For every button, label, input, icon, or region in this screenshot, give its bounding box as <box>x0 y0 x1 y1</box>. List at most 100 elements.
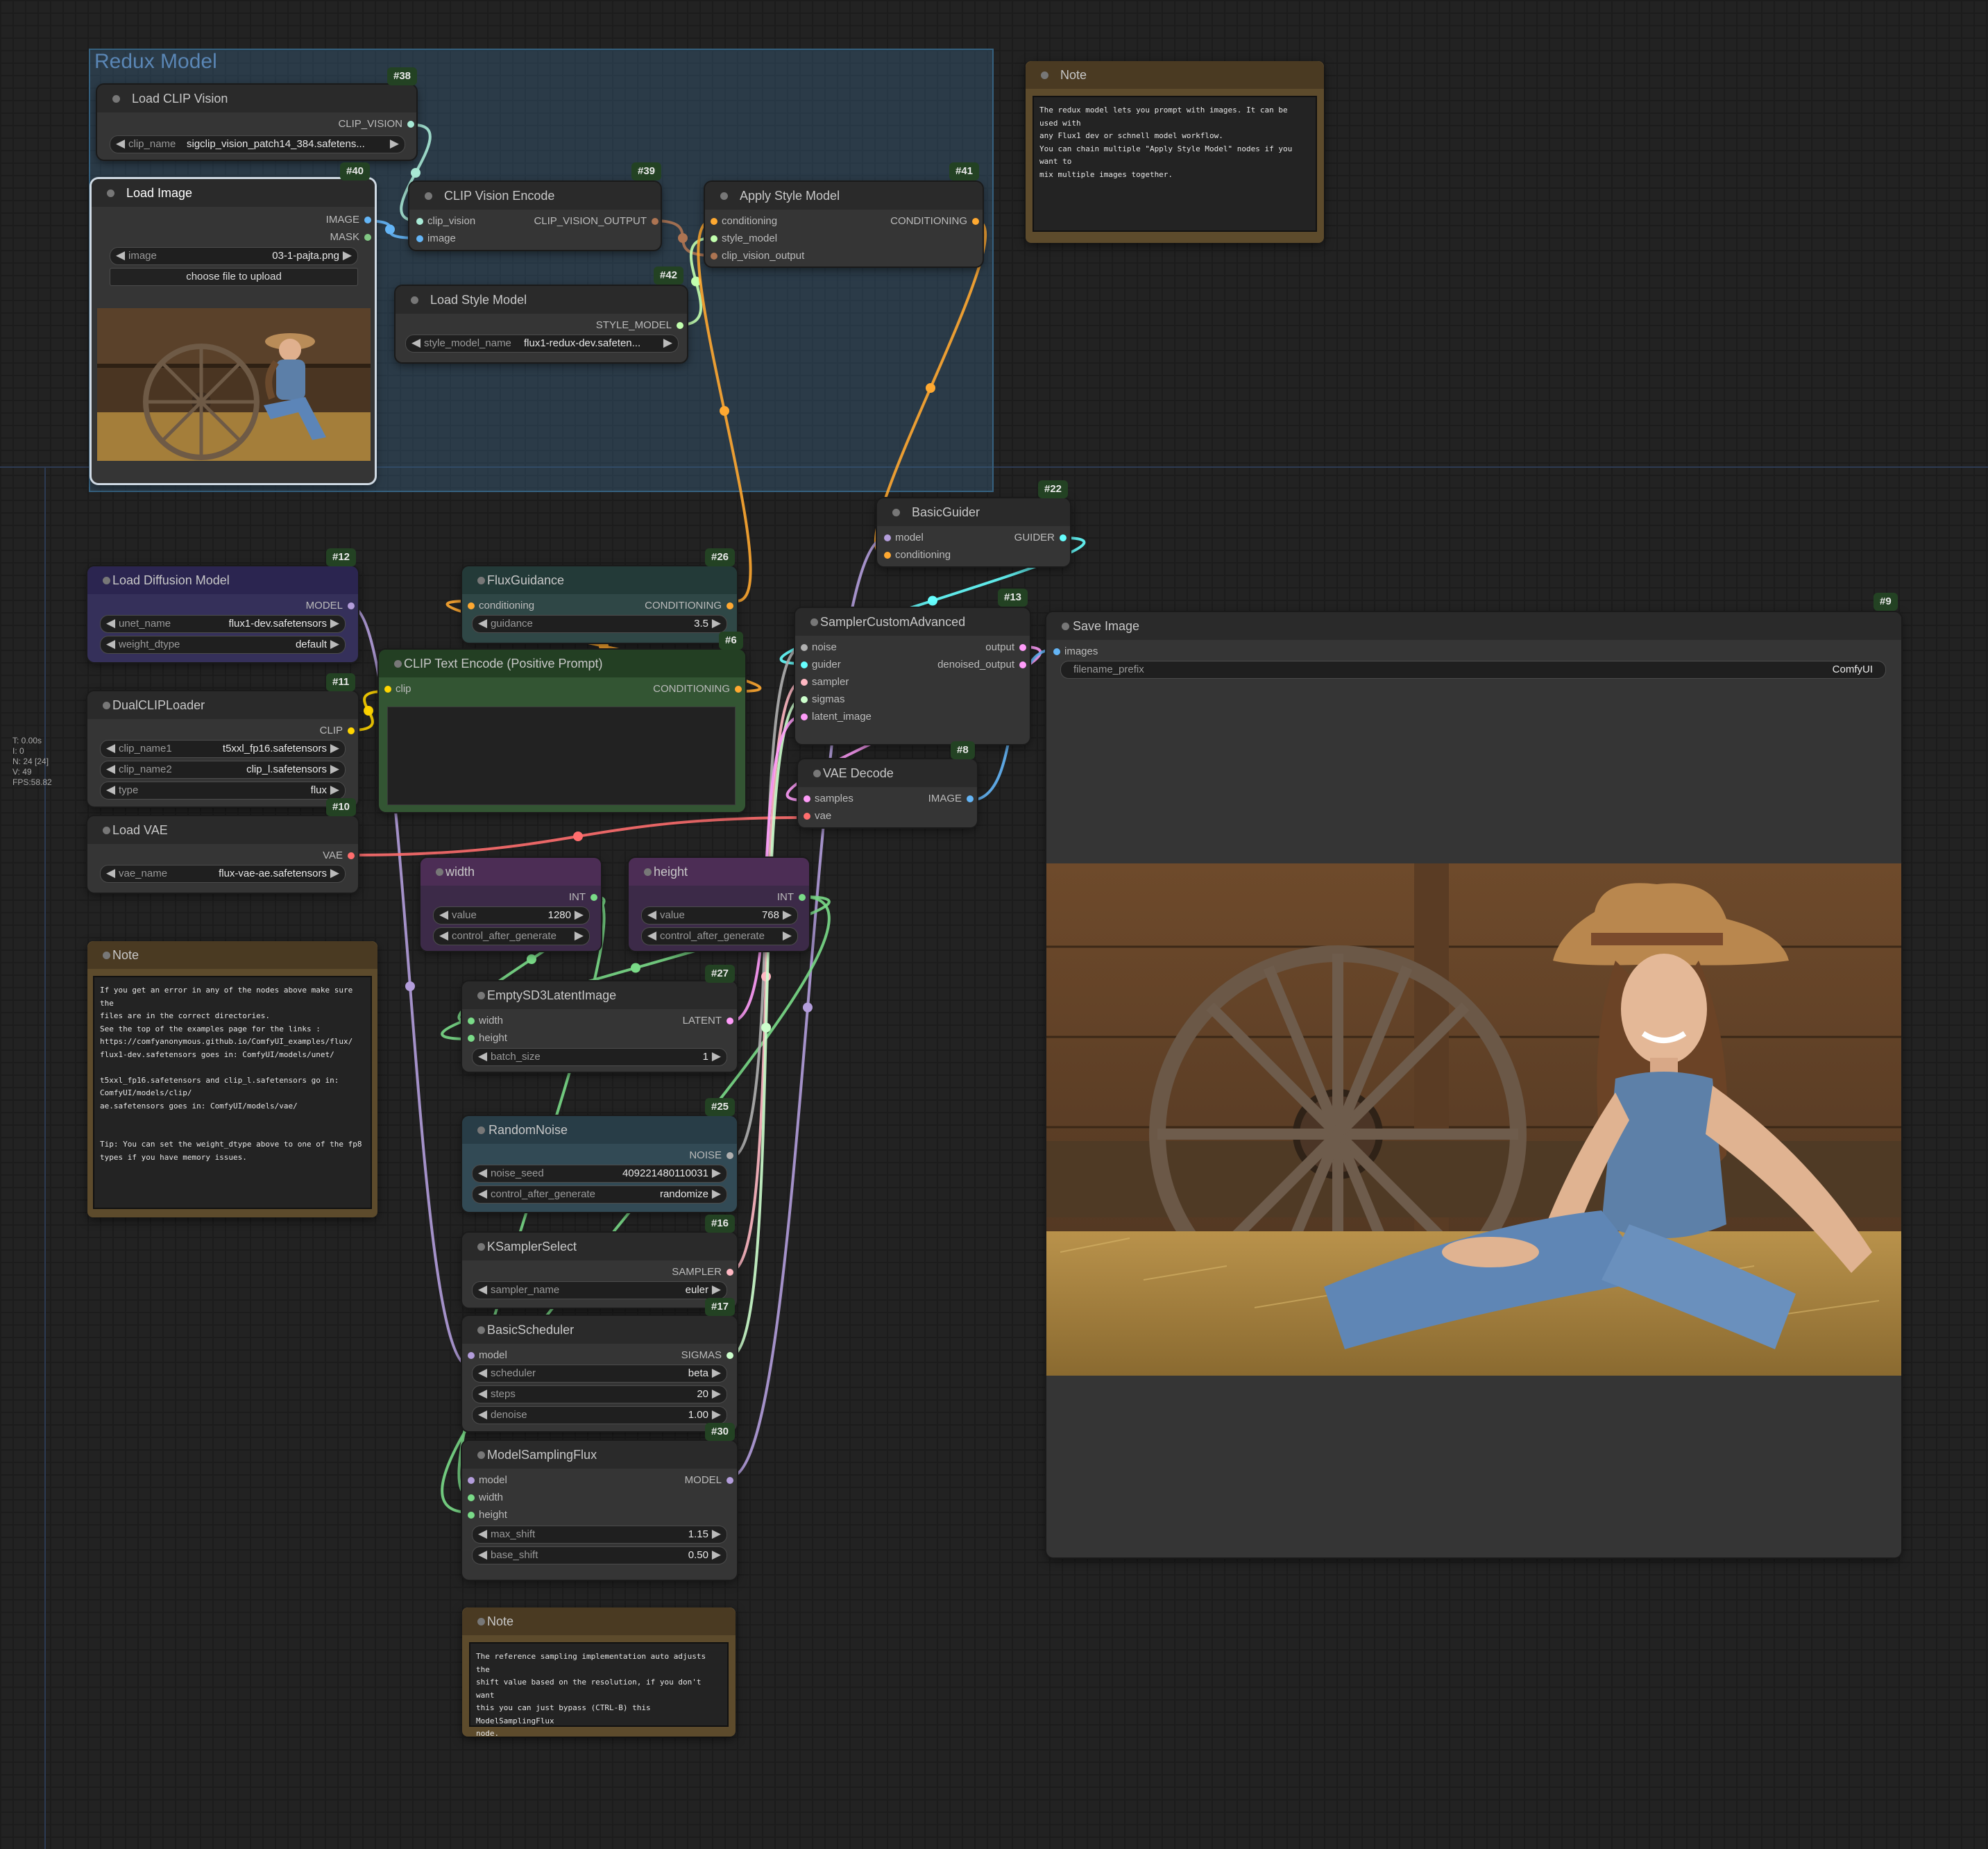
slot-dot-icon[interactable] <box>799 894 806 901</box>
arrow-left-icon[interactable]: ◀ <box>478 1527 487 1541</box>
collapse-dot-icon[interactable] <box>103 702 110 709</box>
arrow-left-icon[interactable]: ◀ <box>106 616 115 630</box>
node-header[interactable]: Load Style Model <box>396 286 687 314</box>
arrow-left-icon[interactable]: ◀ <box>478 1366 487 1380</box>
slot-dot-icon[interactable] <box>711 253 717 260</box>
collapse-dot-icon[interactable] <box>720 192 728 200</box>
slot-dot-icon[interactable] <box>1060 534 1067 541</box>
output-denoised-output[interactable]: denoised_output <box>937 659 1026 670</box>
widget-sampler-name[interactable]: ◀ sampler_name euler ▶ <box>472 1281 727 1299</box>
arrow-right-icon[interactable]: ▶ <box>712 1049 721 1063</box>
collapse-dot-icon[interactable] <box>813 770 821 777</box>
slot-dot-icon[interactable] <box>468 1477 475 1484</box>
input-style-model[interactable]: style_model <box>711 233 777 244</box>
arrow-right-icon[interactable]: ▶ <box>712 1548 721 1562</box>
widget-control-after-generate[interactable]: ◀ control_after_generate ▶ <box>433 927 590 945</box>
link-wire-vae[interactable] <box>350 816 806 856</box>
arrow-right-icon[interactable]: ▶ <box>330 762 339 776</box>
arrow-left-icon[interactable]: ◀ <box>106 637 115 651</box>
input-width[interactable]: width <box>468 1015 503 1027</box>
arrow-left-icon[interactable]: ◀ <box>478 616 487 630</box>
slot-dot-icon[interactable] <box>407 121 414 128</box>
slot-dot-icon[interactable] <box>348 602 355 609</box>
slot-dot-icon[interactable] <box>468 1035 475 1042</box>
slot-dot-icon[interactable] <box>972 218 979 225</box>
widget-weight-dtype[interactable]: ◀ weight_dtype default ▶ <box>100 636 346 654</box>
output-sigmas[interactable]: SIGMAS <box>681 1349 733 1361</box>
slot-dot-icon[interactable] <box>591 894 597 901</box>
input-clip-vision[interactable]: clip_vision <box>416 215 475 227</box>
arrow-right-icon[interactable]: ▶ <box>575 929 584 943</box>
collapse-dot-icon[interactable] <box>810 618 818 626</box>
slot-dot-icon[interactable] <box>727 602 733 609</box>
arrow-right-icon[interactable]: ▶ <box>330 637 339 651</box>
widget-guidance[interactable]: ◀ guidance 3.5 ▶ <box>472 615 727 633</box>
widget-style-model-name[interactable]: ◀ style_model_name flux1-redux-dev.safeten… <box>405 335 679 353</box>
output-model[interactable]: MODEL <box>685 1474 733 1486</box>
output-latent[interactable]: LATENT <box>683 1015 733 1027</box>
collapse-dot-icon[interactable] <box>411 296 418 304</box>
slot-dot-icon[interactable] <box>652 218 659 225</box>
node-header[interactable]: FluxGuidance <box>462 566 737 594</box>
arrow-right-icon[interactable]: ▶ <box>330 741 339 755</box>
collapse-dot-icon[interactable] <box>477 992 485 999</box>
slot-dot-icon[interactable] <box>677 322 683 329</box>
arrow-right-icon[interactable]: ▶ <box>390 137 399 151</box>
slot-dot-icon[interactable] <box>364 217 371 223</box>
node-header[interactable]: height <box>629 858 809 886</box>
node-load-clip-vision[interactable]: Load CLIP Vision CLIP_VISION ◀ clip_name s… <box>97 85 416 160</box>
output-int[interactable]: INT <box>569 891 597 903</box>
widget-scheduler[interactable]: ◀ scheduler beta ▶ <box>472 1365 727 1383</box>
input-image[interactable]: image <box>416 233 456 244</box>
node-header[interactable]: Load VAE <box>87 816 358 844</box>
node-header[interactable]: ModelSamplingFlux <box>462 1441 737 1469</box>
node-random-noise[interactable]: RandomNoise NOISE ◀ noise_seed 40922148011… <box>462 1116 737 1212</box>
collapse-dot-icon[interactable] <box>644 868 652 876</box>
link-midpoint-icon[interactable] <box>405 981 415 991</box>
slot-dot-icon[interactable] <box>384 686 391 693</box>
output-image[interactable]: IMAGE <box>928 793 974 804</box>
arrow-left-icon[interactable]: ◀ <box>478 1166 487 1180</box>
node-sampler-custom-advanced[interactable]: SamplerCustomAdvanced noise guider sampl… <box>795 608 1030 744</box>
node-header[interactable]: VAE Decode <box>798 759 977 787</box>
collapse-dot-icon[interactable] <box>477 1451 485 1459</box>
arrow-left-icon[interactable]: ◀ <box>478 1187 487 1201</box>
node-header[interactable]: KSamplerSelect <box>462 1233 737 1260</box>
slot-dot-icon[interactable] <box>884 552 891 559</box>
node-header[interactable]: width <box>420 858 601 886</box>
node-header[interactable]: Load Diffusion Model <box>87 566 358 594</box>
node-basic-guider[interactable]: BasicGuider model conditioning GUIDER <box>877 498 1070 566</box>
widget-control-after-generate[interactable]: ◀ control_after_generate randomize ▶ <box>472 1185 727 1204</box>
arrow-right-icon[interactable]: ▶ <box>712 1387 721 1401</box>
link-midpoint-icon[interactable] <box>527 954 536 964</box>
slot-dot-icon[interactable] <box>967 795 974 802</box>
slot-dot-icon[interactable] <box>468 602 475 609</box>
link-midpoint-icon[interactable] <box>761 1022 771 1033</box>
widget-image[interactable]: ◀ image 03-1-pajta.png ▶ <box>110 247 358 265</box>
slot-dot-icon[interactable] <box>727 1477 733 1484</box>
arrow-right-icon[interactable]: ▶ <box>783 908 792 922</box>
link-midpoint-icon[interactable] <box>631 963 640 973</box>
node-dual-clip-loader[interactable]: DualCLIPLoader CLIP ◀ clip_name1 t5xxl_fp1… <box>87 691 358 807</box>
node-header[interactable]: EmptySD3LatentImage <box>462 981 737 1009</box>
slot-dot-icon[interactable] <box>1019 661 1026 668</box>
slot-dot-icon[interactable] <box>727 1352 733 1359</box>
node-model-sampling-flux[interactable]: ModelSamplingFlux model width height MOD… <box>462 1441 737 1580</box>
node-header[interactable]: CLIP Text Encode (Positive Prompt) <box>379 650 745 677</box>
output-mask[interactable]: MASK <box>330 231 371 243</box>
input-model[interactable]: model <box>884 532 924 543</box>
collapse-dot-icon[interactable] <box>103 827 110 834</box>
widget-batch-size[interactable]: ◀ batch_size 1 ▶ <box>472 1048 727 1066</box>
input-height[interactable]: height <box>468 1032 507 1044</box>
arrow-right-icon[interactable]: ▶ <box>712 1366 721 1380</box>
input-clip-vision-output[interactable]: clip_vision_output <box>711 250 804 262</box>
input-samples[interactable]: samples <box>804 793 853 804</box>
arrow-left-icon[interactable]: ◀ <box>439 929 448 943</box>
node-load-style-model[interactable]: Load Style Model STYLE_MODEL ◀ style_mode… <box>396 286 687 362</box>
node-load-image[interactable]: Load Image IMAGE MASK ◀ image 03-1-pajta.p… <box>92 179 375 483</box>
prompt-textarea[interactable] <box>387 707 736 805</box>
node-header[interactable]: BasicScheduler <box>462 1316 737 1344</box>
widget-value[interactable]: ◀ value 768 ▶ <box>641 906 798 924</box>
note-header[interactable]: Note <box>462 1607 736 1635</box>
node-graph-canvas[interactable]: Redux Model T: 0.00s I: 0 N: 24 [24] V: … <box>0 0 1988 1849</box>
